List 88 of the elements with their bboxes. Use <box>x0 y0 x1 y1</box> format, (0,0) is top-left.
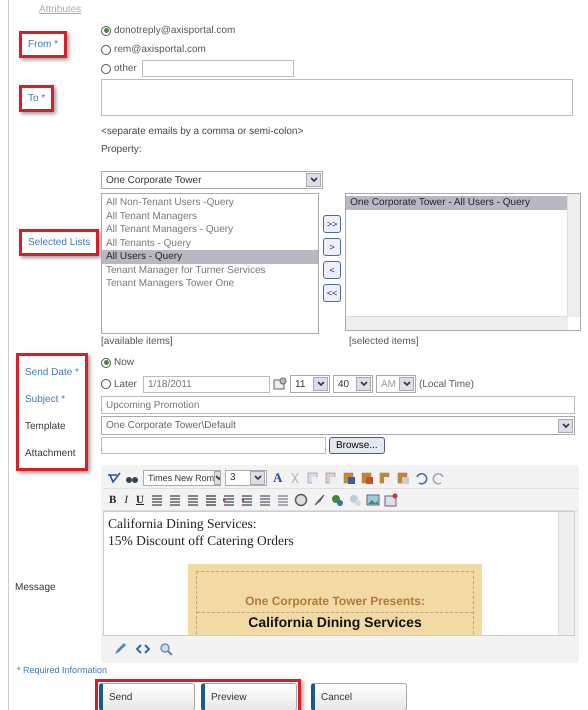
underline-button[interactable]: U <box>134 494 146 506</box>
hour-select[interactable]: 11 <box>290 375 330 393</box>
pencil-icon[interactable] <box>113 642 127 656</box>
option-label: other <box>114 63 137 74</box>
field-label: Template <box>24 420 67 434</box>
available-list[interactable]: All Non-Tenant Users -Query All Tenant Managers All Tenant Managers - Query All Tenants - Query All Users - Query Tenant Manager for Turner Services Tenant Managers Tower One <box>101 193 320 334</box>
font-color-button[interactable]: A <box>271 470 284 486</box>
justify-icon[interactable] <box>204 492 218 506</box>
transfer-button[interactable]: >> <box>323 215 342 233</box>
banner-heading: One Corporate Tower Presents: <box>244 594 426 608</box>
field-label: From * <box>27 38 59 52</box>
selected-list[interactable]: One Corporate Tower - All Users - Query <box>345 193 581 331</box>
minute-select[interactable]: 40 <box>333 375 373 393</box>
action-button[interactable]: Preview <box>201 683 297 710</box>
editor-content[interactable]: California Dining Services: 15% Discount off Catering Orders One Corporate Tower Presents: California Dining Services <box>103 511 575 636</box>
option-label: donotreply@axisportal.com <box>114 25 236 36</box>
time-note: (Local Time) <box>419 378 474 390</box>
spellcheck-icon[interactable] <box>107 470 121 484</box>
transfer-button[interactable]: < <box>323 261 342 279</box>
align-right-icon[interactable] <box>186 492 200 506</box>
numbered-list-icon[interactable] <box>258 492 272 506</box>
attachment-field[interactable] <box>101 437 326 454</box>
paste-icon[interactable] <box>342 470 356 484</box>
transfer-button[interactable]: > <box>323 238 342 256</box>
radio-button[interactable] <box>101 44 111 54</box>
message-text: 15% Discount off Catering Orders <box>108 532 295 549</box>
property-select[interactable]: One Corporate Tower <box>101 171 323 189</box>
list-item[interactable]: Tenant Manager for Turner Services <box>102 264 318 277</box>
font-select[interactable]: Times New Rom <box>143 470 221 486</box>
list-caption: [selected items] <box>349 336 418 349</box>
list-item[interactable]: All Tenant Managers <box>102 210 318 223</box>
list-item[interactable]: All Tenant Managers - Query <box>102 223 318 236</box>
paste-icon[interactable] <box>396 470 410 484</box>
option-label: rem@axisportal.com <box>114 44 206 55</box>
size-select[interactable]: 3 <box>225 470 267 486</box>
scrollbar[interactable] <box>558 512 574 635</box>
option-label: Now <box>114 357 134 368</box>
field-label: To * <box>27 92 46 106</box>
list-item[interactable]: One Corporate Tower - All Users - Query <box>346 196 567 210</box>
transfer-button[interactable]: << <box>323 284 342 302</box>
field-label: Message <box>14 581 57 595</box>
radio-button[interactable] <box>101 358 111 368</box>
action-button[interactable]: Cancel <box>311 683 407 710</box>
list-item[interactable]: All Tenants - Query <box>102 236 318 250</box>
align-left-icon[interactable] <box>150 492 164 506</box>
link-icon[interactable] <box>330 492 344 506</box>
paste-icon[interactable] <box>360 470 374 484</box>
required-note: * Required Information <box>17 665 108 675</box>
field-label: Attachment <box>24 447 77 461</box>
list-caption: [available items] <box>101 336 174 349</box>
input-field[interactable] <box>142 60 294 77</box>
italic-button[interactable]: I <box>122 494 130 506</box>
subject-field[interactable]: Upcoming Promotion <box>101 396 575 414</box>
align-center-icon[interactable] <box>168 492 182 506</box>
paste-icon[interactable] <box>378 470 392 484</box>
date-field[interactable]: 1/18/2011 <box>143 376 270 392</box>
hint-text: <separate emails by a comma or semi-colon> <box>101 126 304 137</box>
scrollbar[interactable] <box>567 194 580 317</box>
radio-button[interactable] <box>101 379 111 389</box>
template-select[interactable]: One Corporate Tower\Default <box>101 416 575 435</box>
field-label: Property: <box>101 144 143 155</box>
input-field[interactable] <box>101 79 573 116</box>
list-item[interactable]: All Non-Tenant Users -Query <box>102 196 318 210</box>
indent-icon[interactable] <box>240 492 254 506</box>
action-button[interactable]: Send <box>99 683 195 710</box>
list-item[interactable]: All Users - Query <box>102 250 318 264</box>
symbol-icon[interactable] <box>294 492 308 506</box>
bold-button[interactable]: B <box>107 494 118 506</box>
image-icon[interactable] <box>366 492 380 506</box>
undo-icon[interactable] <box>414 470 428 484</box>
radio-button[interactable] <box>101 26 111 36</box>
field-label: Selected Lists <box>27 236 92 250</box>
radio-button[interactable] <box>101 64 111 74</box>
calendar-icon[interactable] <box>273 377 287 391</box>
brush-icon[interactable] <box>312 492 326 506</box>
message-text: California Dining Services: <box>108 515 258 532</box>
media-icon[interactable] <box>384 492 398 506</box>
option-label: Later <box>114 378 138 390</box>
code-icon[interactable] <box>136 642 150 656</box>
list-item[interactable]: Tenant Managers Tower One <box>102 277 318 290</box>
scrollbar[interactable] <box>346 316 568 330</box>
browse-button[interactable]: Browse... <box>329 437 385 454</box>
field-label: Send Date * <box>24 366 80 380</box>
banner-title: California Dining Services <box>197 612 473 630</box>
search-icon[interactable] <box>159 642 173 656</box>
outdent-icon[interactable] <box>222 492 236 506</box>
field-label: Subject * <box>24 393 66 407</box>
bulleted-list-icon[interactable] <box>276 492 290 506</box>
